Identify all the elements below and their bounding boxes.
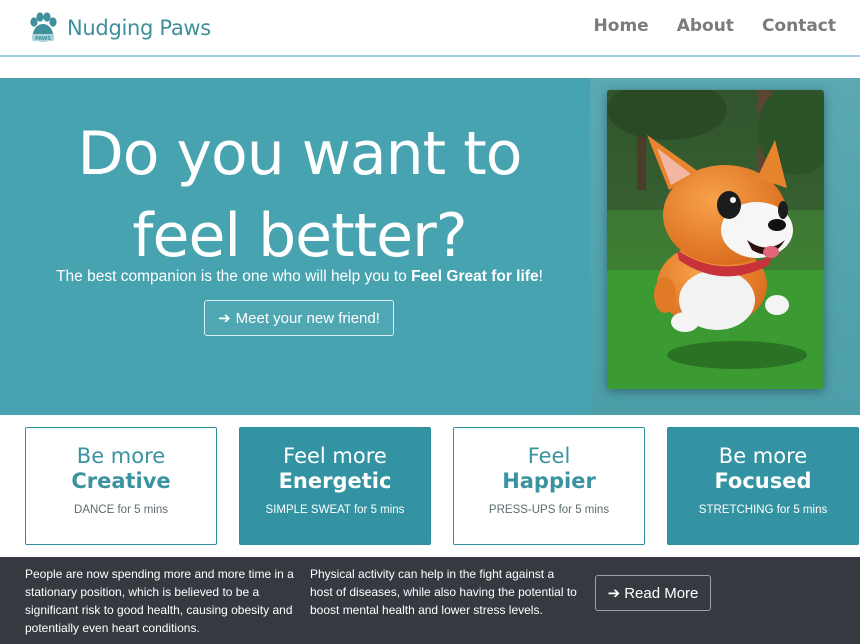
logo-text: PAWS	[35, 36, 51, 42]
navbar: PAWS Nudging Paws Home About Contact	[0, 0, 860, 57]
arrow-right-icon: ➔	[607, 585, 621, 602]
nav-about[interactable]: About	[677, 16, 734, 36]
brand-link[interactable]: PAWS Nudging Paws	[28, 11, 211, 44]
footer-paragraph-1: People are now spending more and more ti…	[25, 567, 294, 635]
meet-friend-button[interactable]: ➔ Meet your new friend!	[204, 300, 394, 336]
activity-cards: Be more Creative DANCE for 5 mins Feel m…	[0, 415, 860, 557]
card-sub: DANCE for 5 mins	[74, 504, 168, 516]
card-energetic[interactable]: Feel more Energetic SIMPLE SWEAT for 5 m…	[239, 427, 431, 545]
card-happier[interactable]: Feel Happier PRESS-UPS for 5 mins	[453, 427, 645, 545]
card-sub: PRESS-UPS for 5 mins	[488, 504, 610, 516]
card-sub: STRETCHING for 5 mins	[698, 504, 828, 516]
footer-paragraph-2: Physical activity can help in the fight …	[310, 567, 577, 617]
read-more-button[interactable]: ➔ Read More	[595, 575, 711, 611]
info-footer: People are now spending more and more ti…	[0, 557, 860, 644]
nav-home[interactable]: Home	[594, 16, 649, 36]
hero-section: Do you want to feel better? The best com…	[0, 78, 860, 415]
hero-subtitle-pre: The best companion is the one who will h…	[56, 268, 412, 285]
nav-contact[interactable]: Contact	[762, 16, 836, 36]
card-line2: Energetic	[278, 469, 392, 493]
brand-name: Nudging Paws	[67, 15, 211, 40]
card-creative[interactable]: Be more Creative DANCE for 5 mins	[25, 427, 217, 545]
hero-subtitle: The best companion is the one who will h…	[22, 268, 577, 286]
card-focused[interactable]: Be more Focused STRETCHING for 5 mins	[667, 427, 859, 545]
card-line2: Focused	[714, 469, 812, 493]
card-sub: SIMPLE SWEAT for 5 mins	[265, 504, 405, 516]
read-more-label: Read More	[624, 584, 699, 602]
hero-subtitle-post: !	[538, 268, 543, 285]
paw-icon: PAWS	[30, 11, 57, 42]
meet-friend-label: Meet your new friend!	[235, 309, 380, 327]
hero-title: Do you want to feel better?	[77, 119, 523, 271]
nav-links: Home About Contact	[594, 16, 836, 36]
card-line1: Be more	[76, 444, 166, 468]
card-line2: Happier	[502, 469, 596, 493]
arrow-right-icon: ➔	[218, 310, 231, 327]
card-line2: Creative	[71, 469, 171, 493]
card-line1: Feel more	[283, 444, 387, 468]
corgi-image	[607, 90, 824, 389]
hero-subtitle-bold: Feel Great for life	[411, 268, 539, 285]
card-line1: Be more	[718, 444, 808, 468]
nav-spacer	[0, 59, 860, 78]
card-line1: Feel	[527, 444, 571, 468]
